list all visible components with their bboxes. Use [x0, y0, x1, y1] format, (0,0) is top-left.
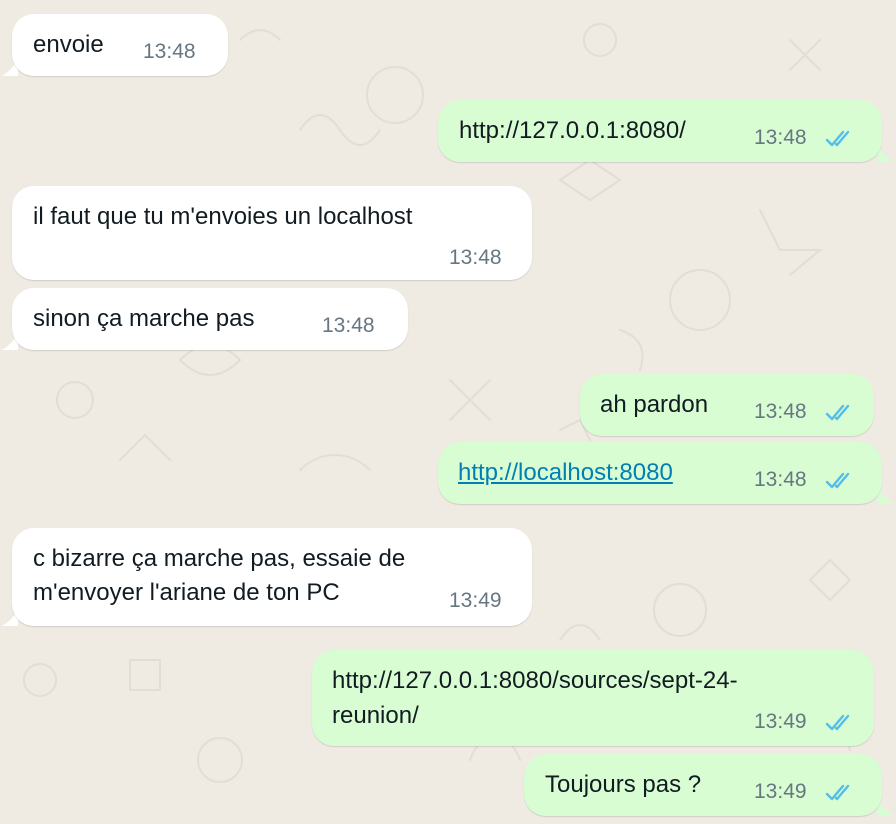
outgoing-message[interactable]: ah pardon 13:48: [580, 374, 874, 436]
message-text: Toujours pas ?: [545, 771, 702, 798]
incoming-message[interactable]: sinon ça marche pas 13:48: [12, 288, 408, 350]
message-list: envoie 13:48 http://127.0.0.1:8080/ 13:4…: [0, 0, 896, 824]
message-text-line: http://127.0.0.1:8080/sources/sept-24-: [332, 667, 738, 694]
outgoing-bubble-tail: [878, 800, 894, 816]
read-receipt-icon: [825, 404, 850, 421]
read-receipt-icon: [825, 130, 850, 147]
message-time: 13:48: [754, 468, 807, 491]
outgoing-message[interactable]: http://localhost:8080 13:48: [438, 442, 882, 504]
read-receipt-icon: [825, 784, 850, 801]
read-receipt-icon: [825, 472, 850, 489]
message-text: http://localhost:8080: [458, 455, 673, 491]
message-time: 13:49: [754, 780, 807, 803]
incoming-message[interactable]: c bizarre ça marche pas, essaie de m'env…: [12, 528, 532, 626]
message-text: il faut que tu m'envoies un localhost: [33, 203, 413, 230]
outgoing-bubble-tail: [878, 488, 894, 504]
outgoing-bubble-tail: [878, 146, 894, 162]
message-time: 13:49: [754, 710, 807, 733]
outgoing-message[interactable]: Toujours pas ? 13:49: [524, 754, 882, 816]
message-time: 13:48: [143, 40, 196, 63]
outgoing-message[interactable]: http://127.0.0.1:8080/sources/sept-24- r…: [312, 650, 874, 746]
message-text-line: m'envoyer l'ariane de ton PC: [33, 579, 340, 606]
read-receipt-icon: [825, 714, 850, 731]
message-time: 13:48: [754, 400, 807, 423]
incoming-message[interactable]: il faut que tu m'envoies un localhost 13…: [12, 186, 532, 280]
message-time: 13:48: [322, 314, 375, 337]
incoming-message[interactable]: envoie 13:48: [12, 14, 228, 76]
message-link[interactable]: http://localhost:8080: [458, 459, 673, 486]
message-time: 13:49: [449, 589, 502, 612]
message-text: ah pardon: [600, 391, 709, 418]
message-text-line: reunion/: [332, 702, 419, 729]
outgoing-message[interactable]: http://127.0.0.1:8080/ 13:48: [438, 100, 882, 162]
message-time: 13:48: [754, 126, 807, 149]
message-text: sinon ça marche pas: [33, 305, 255, 332]
message-text: envoie: [33, 31, 104, 58]
message-text: http://127.0.0.1:8080/: [459, 117, 686, 144]
message-time: 13:48: [449, 246, 502, 269]
message-text-line: c bizarre ça marche pas, essaie de: [33, 545, 406, 572]
